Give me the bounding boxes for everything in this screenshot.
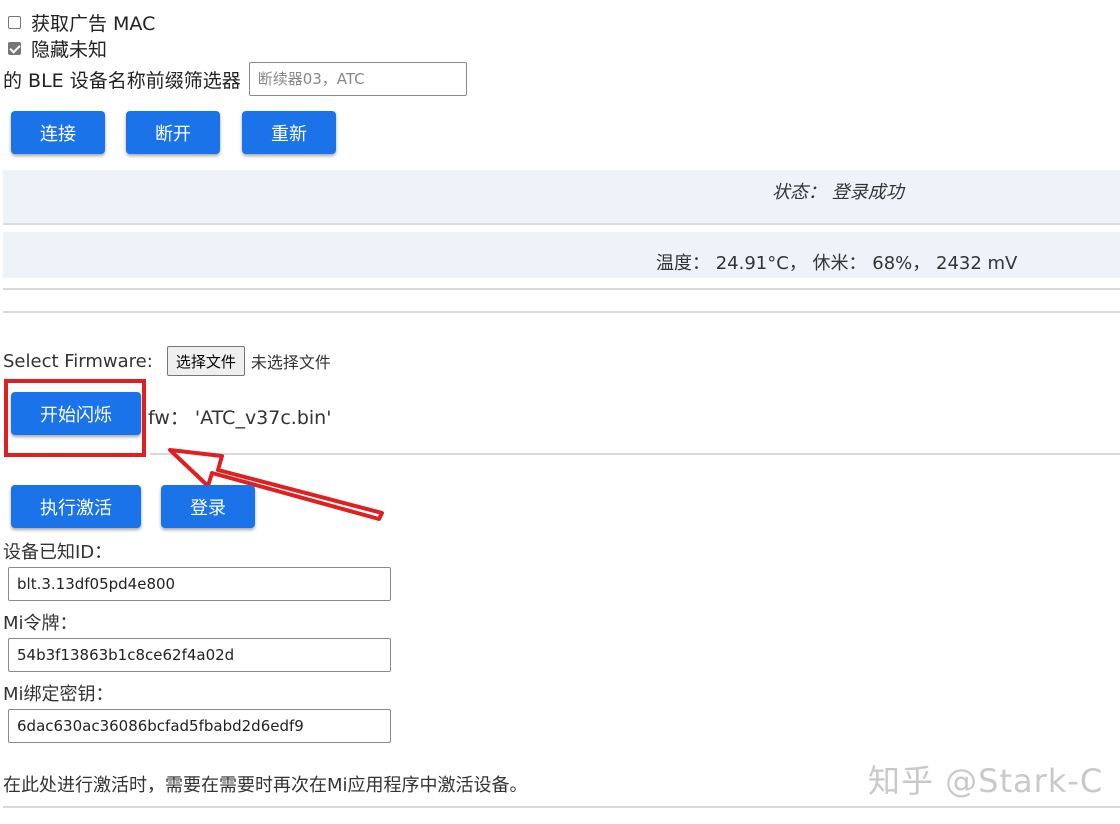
status-panel	[3, 170, 1120, 225]
reconnect-button[interactable]: 重新	[242, 111, 336, 154]
ad-mac-option[interactable]: 获取广告 MAC	[8, 9, 155, 36]
status-text: 状态： 登录成功	[772, 182, 904, 203]
hide-unknown-label: 隐藏未知	[31, 39, 108, 61]
divider	[3, 311, 1120, 313]
filter-label: 的 BLE 设备名称前缀筛选器	[3, 69, 241, 92]
disconnect-button[interactable]: 断开	[126, 111, 220, 154]
annotation-highlight-box	[4, 379, 146, 457]
divider	[3, 288, 1120, 290]
device-id-field[interactable]	[8, 567, 391, 601]
mi-token-field[interactable]	[8, 638, 391, 672]
firmware-file-name: fw： 'ATC_v37c.bin'	[148, 407, 332, 429]
mi-bind-key-field[interactable]	[8, 709, 391, 743]
hide-unknown-checkbox[interactable]	[8, 42, 21, 55]
ad-mac-checkbox[interactable]	[8, 16, 21, 29]
no-file-text: 未选择文件	[250, 353, 331, 372]
connect-button[interactable]: 连接	[11, 111, 105, 154]
divider	[3, 806, 1120, 808]
ad-mac-label: 获取广告 MAC	[31, 13, 156, 35]
name-prefix-filter: 的 BLE 设备名称前缀筛选器	[3, 62, 467, 96]
hide-unknown-option[interactable]: 隐藏未知	[8, 35, 107, 62]
watermark: 知乎 @Stark-C	[868, 762, 1104, 800]
filter-input[interactable]	[248, 62, 467, 96]
device-id-label: 设备已知ID：	[3, 542, 113, 563]
choose-file-button[interactable]: 选择文件	[166, 346, 245, 376]
mi-bind-key-label: Mi绑定密钥：	[3, 684, 114, 705]
mi-token-label: Mi令牌：	[3, 613, 78, 634]
sensor-readout: 温度： 24.91°C， 休米： 68%， 2432 mV	[656, 253, 1018, 274]
login-button[interactable]: 登录	[161, 485, 255, 528]
activation-note: 在此处进行激活时，需要在需要时再次在Mi应用程序中激活设备。	[3, 775, 528, 796]
activate-button[interactable]: 执行激活	[11, 485, 141, 528]
firmware-select-row: Select Firmware: 选择文件 未选择文件	[3, 346, 331, 376]
firmware-select-label: Select Firmware:	[3, 350, 153, 372]
